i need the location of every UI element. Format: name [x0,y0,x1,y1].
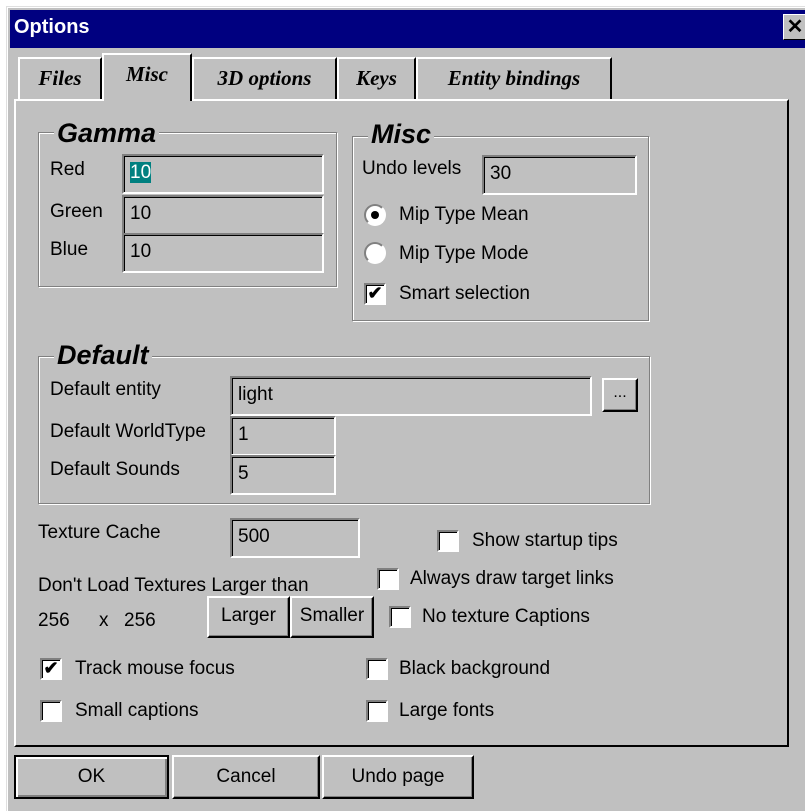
red-label: Red [50,159,85,180]
mip-type-mean-label[interactable]: Mip Type Mean [399,204,529,226]
red-input-value: 10 [130,162,152,183]
track-mouse-focus-checkbox[interactable]: ✔ [40,658,62,680]
blue-label: Blue [50,239,89,260]
small-captions-label[interactable]: Small captions [75,700,199,722]
black-background-label[interactable]: Black background [399,658,550,680]
green-label: Green [50,201,103,222]
checkmark-icon: ✔ [367,283,383,303]
checkmark-icon: ✔ [43,658,59,678]
undo-levels-label: Undo levels [362,158,462,179]
smart-selection-checkbox[interactable]: ✔ [364,283,386,305]
black-background-checkbox[interactable] [366,658,388,680]
default-entity-label: Default entity [50,379,161,400]
radio-selected-dot [371,211,379,219]
green-input[interactable]: 10 [122,195,324,235]
mip-type-mean-radio[interactable] [364,204,386,226]
default-legend: Default [54,341,152,369]
track-mouse-focus-label[interactable]: Track mouse focus [75,658,235,680]
show-startup-tips-label[interactable]: Show startup tips [472,530,618,552]
gamma-legend: Gamma [54,119,160,147]
texture-max-height: 256 [124,610,156,631]
red-input[interactable]: 10 [122,154,324,194]
large-fonts-checkbox[interactable] [366,700,388,722]
always-draw-target-links-label[interactable]: Always draw target links [410,568,614,590]
large-fonts-label[interactable]: Large fonts [399,700,494,722]
default-worldtype-input[interactable]: 1 [230,416,336,456]
default-entity-input[interactable]: light [230,376,592,416]
smaller-button[interactable]: Smaller [290,596,374,638]
larger-button[interactable]: Larger [207,596,290,638]
smart-selection-label[interactable]: Smart selection [399,283,530,305]
texture-cache-label: Texture Cache [38,522,161,543]
texture-cache-input[interactable]: 500 [230,518,360,558]
always-draw-target-links-checkbox[interactable] [377,568,399,590]
texture-size-separator: x [99,610,109,631]
blue-input[interactable]: 10 [122,233,324,273]
dont-load-textures-label: Don't Load Textures Larger than [38,575,309,596]
misc-legend: Misc [368,120,435,148]
texture-max-width: 256 [38,610,70,631]
default-worldtype-label: Default WorldType [50,421,206,442]
browse-entity-button[interactable]: ... [602,378,638,412]
tab-content: Gamma Red 10 Green 10 Blue 10 Misc Undo … [0,0,805,811]
no-texture-captions-checkbox[interactable] [389,606,411,628]
small-captions-checkbox[interactable] [40,700,62,722]
mip-type-mode-radio[interactable] [364,242,386,264]
default-sounds-input[interactable]: 5 [230,455,336,495]
no-texture-captions-label[interactable]: No texture Captions [422,606,590,628]
default-sounds-label: Default Sounds [50,459,180,480]
show-startup-tips-checkbox[interactable] [437,530,459,552]
undo-levels-input[interactable]: 30 [482,155,637,195]
mip-type-mode-label[interactable]: Mip Type Mode [399,243,529,265]
